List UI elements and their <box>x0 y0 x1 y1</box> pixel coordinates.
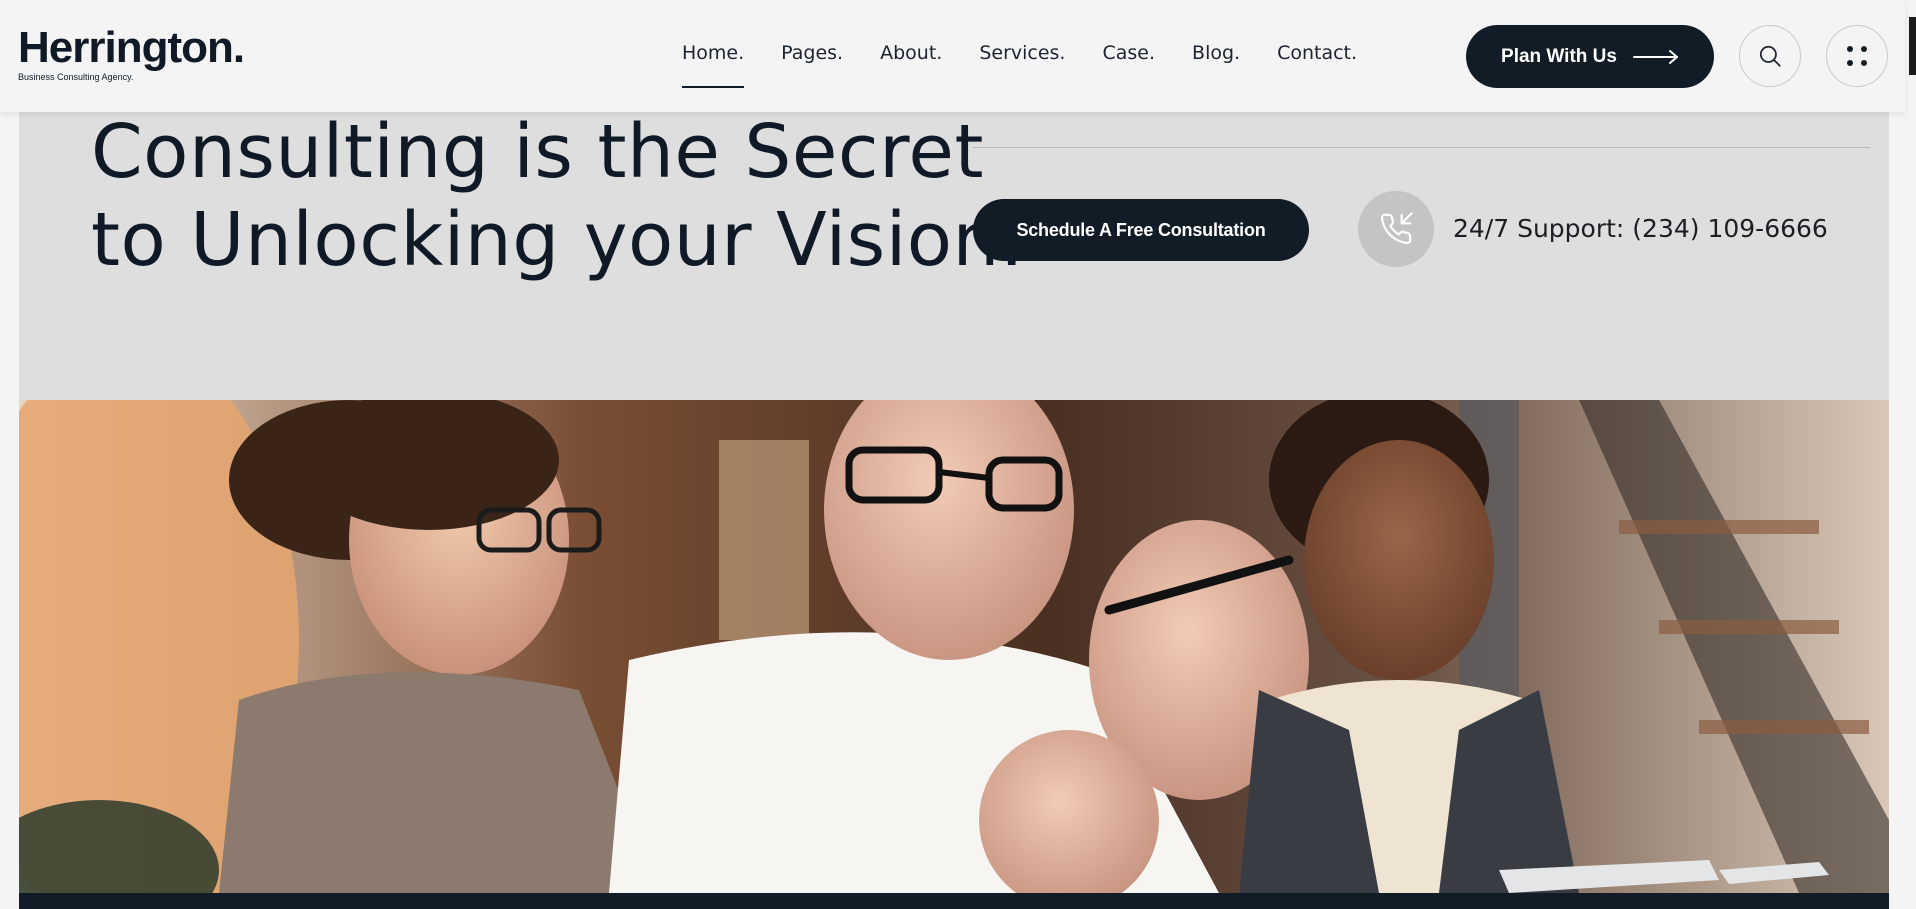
hero-headline-line-2: to Unlocking your Vision. <box>91 197 1024 283</box>
plan-with-us-label: Plan With Us <box>1501 45 1617 67</box>
plan-with-us-button[interactable]: Plan With Us <box>1466 25 1714 88</box>
nav-pages[interactable]: Pages. <box>781 40 843 88</box>
hero-divider <box>973 147 1870 148</box>
hero-headline-line-1: Consulting is the Secret <box>91 109 984 195</box>
search-button[interactable] <box>1739 25 1801 87</box>
nav-case[interactable]: Case. <box>1102 40 1155 88</box>
phone-incoming-icon <box>1380 212 1413 245</box>
logo-name: Herrington. <box>18 23 245 72</box>
phone-icon-circle <box>1358 191 1434 267</box>
team-meeting-photo <box>19 400 1889 893</box>
arrow-right-icon <box>1632 49 1678 64</box>
site-header: Herrington. Business Consulting Agency. … <box>0 0 1905 112</box>
nav-contact[interactable]: Contact. <box>1277 40 1357 88</box>
main-nav: Home. Pages. About. Services. Case. Blog… <box>682 40 1394 88</box>
nav-services[interactable]: Services. <box>979 40 1065 88</box>
nav-blog[interactable]: Blog. <box>1192 40 1240 88</box>
nav-home[interactable]: Home. <box>682 40 745 88</box>
hero-headline: Consulting is the Secret to Unlocking yo… <box>91 108 1024 284</box>
schedule-consultation-button[interactable]: Schedule A Free Consultation <box>973 199 1309 261</box>
search-icon <box>1759 45 1781 67</box>
logo-tagline: Business Consulting Agency. <box>18 72 134 82</box>
grid-dots-icon <box>1847 46 1867 66</box>
bottom-dark-bar <box>19 893 1889 909</box>
scrollbar-edge <box>1909 17 1916 75</box>
support-phone-text[interactable]: 24/7 Support: (234) 109-6666 <box>1453 212 1828 246</box>
menu-button[interactable] <box>1826 25 1888 87</box>
site-logo[interactable]: Herrington. Business Consulting Agency. <box>18 23 245 82</box>
nav-about[interactable]: About. <box>880 40 942 88</box>
